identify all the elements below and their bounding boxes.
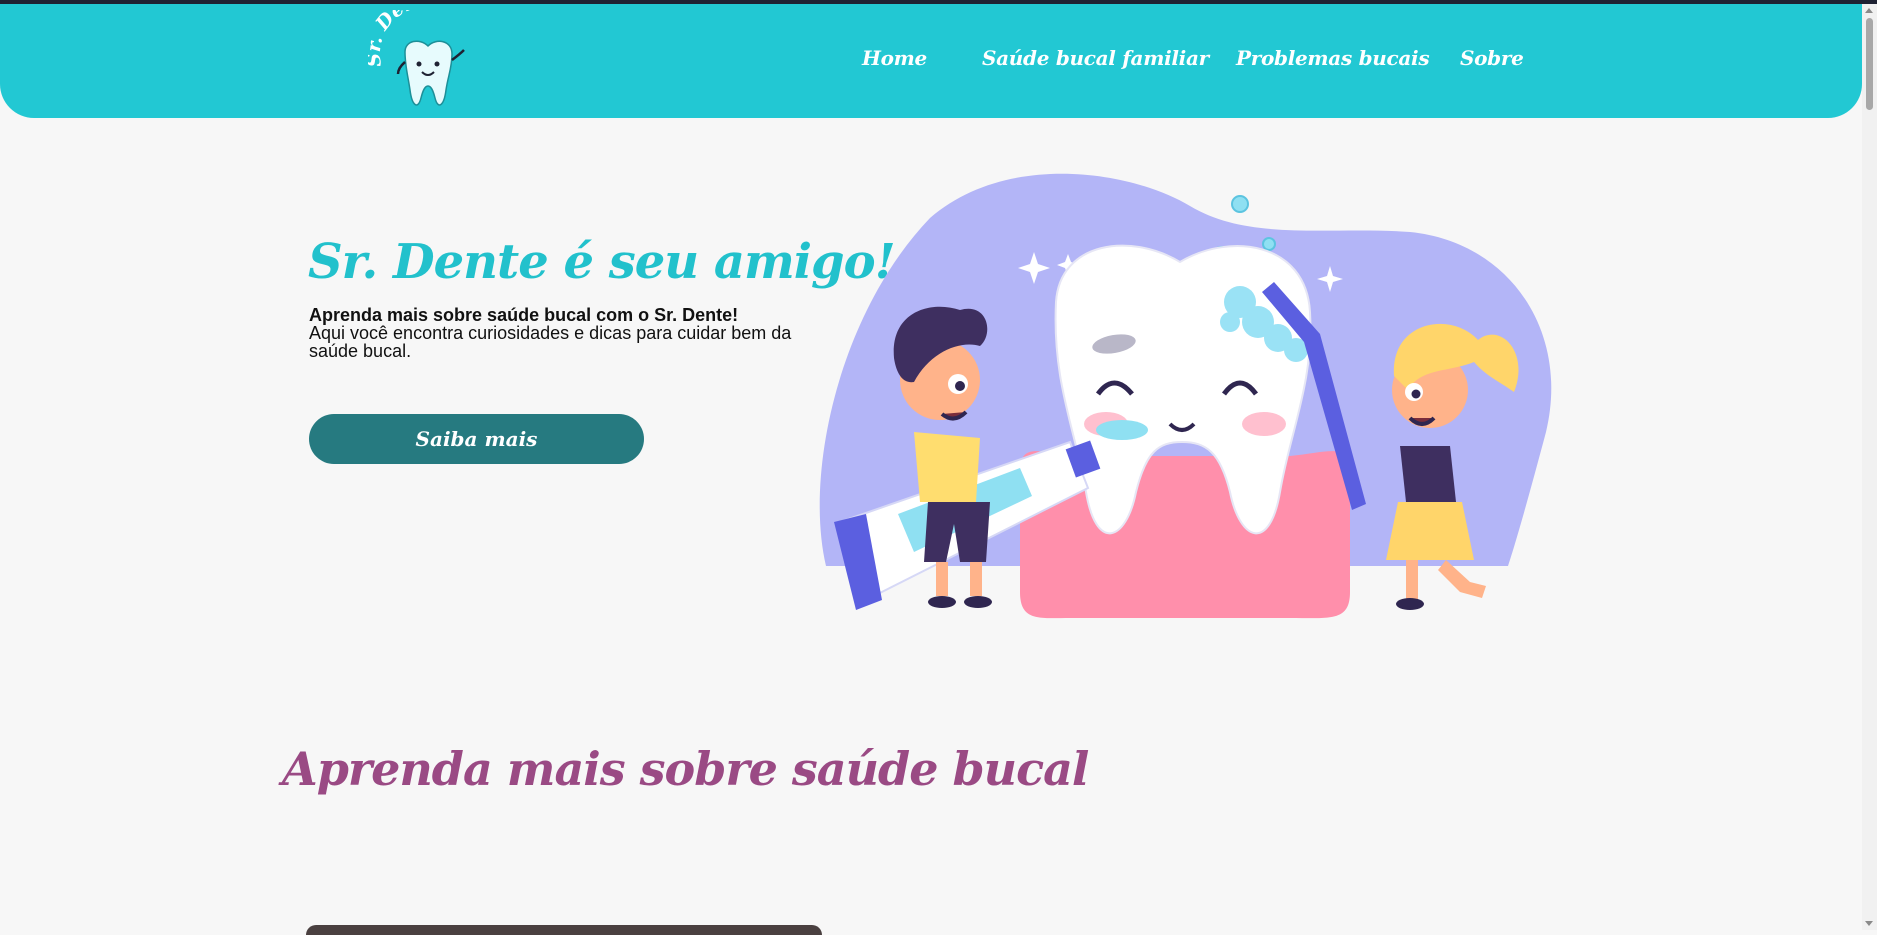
nav-link-home[interactable]: Home bbox=[862, 46, 927, 70]
hero-title: Sr. Dente é seu amigo! bbox=[308, 234, 896, 290]
scroll-down-icon[interactable] bbox=[1865, 921, 1873, 926]
article-card-image[interactable] bbox=[306, 925, 822, 935]
nav-link-sobre[interactable]: Sobre bbox=[1460, 46, 1524, 70]
page-scrollbar[interactable] bbox=[1862, 4, 1877, 930]
saiba-mais-button[interactable]: Saiba mais bbox=[309, 414, 644, 464]
hero-text: Aprenda mais sobre saúde bucal com o Sr.… bbox=[309, 306, 814, 360]
hero-subtitle: Aprenda mais sobre saúde bucal com o Sr.… bbox=[309, 305, 739, 325]
sr-dente-logo[interactable]: Sr. Dente bbox=[368, 10, 486, 118]
site-header: Sr. Dente Home Saúde bucal familiar Prob… bbox=[0, 4, 1862, 118]
section-title: Aprenda mais sobre saúde bucal bbox=[282, 742, 1089, 796]
hero-description: Aqui você encontra curiosidades e dicas … bbox=[309, 323, 792, 361]
scroll-up-icon[interactable] bbox=[1865, 8, 1873, 13]
scrollbar-thumb[interactable] bbox=[1866, 18, 1873, 110]
hero-illustration bbox=[819, 173, 1552, 619]
nav-link-problemas-bucais[interactable]: Problemas bucais bbox=[1236, 46, 1430, 70]
nav-link-saude-bucal-familiar[interactable]: Saúde bucal familiar bbox=[982, 46, 1209, 70]
